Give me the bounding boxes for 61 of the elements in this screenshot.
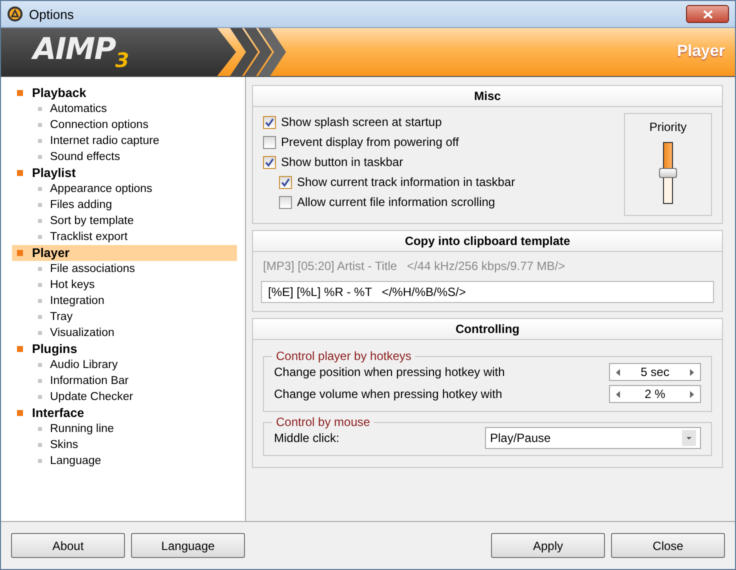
- dialog-button[interactable]: Language: [131, 533, 245, 558]
- tree-item[interactable]: Player: [12, 245, 237, 261]
- checkbox[interactable]: Prevent display from powering off: [261, 134, 624, 150]
- check-icon: [265, 158, 274, 166]
- tree-item[interactable]: Appearance options: [12, 181, 237, 197]
- app-logo: AIMP$_{3}$: [33, 32, 130, 72]
- group-title: Control player by hotkeys: [272, 349, 416, 363]
- spin-field[interactable]: 2 %: [609, 385, 701, 403]
- left-arrow-icon: [616, 368, 620, 376]
- tree-item[interactable]: Tray: [12, 309, 237, 325]
- close-button[interactable]: [686, 5, 729, 23]
- tree-item[interactable]: Connection options: [12, 117, 237, 133]
- check-icon: [265, 118, 274, 126]
- tree-item[interactable]: Audio Library: [12, 357, 237, 373]
- dropdown[interactable]: Play/Pause: [485, 427, 701, 449]
- tree-item[interactable]: Language: [12, 453, 237, 469]
- dialog-button[interactable]: About: [11, 533, 125, 558]
- dialog-button[interactable]: Apply: [491, 533, 605, 558]
- tree-item[interactable]: Sound effects: [12, 149, 237, 165]
- preview-text: [MP3] [05:20] Artist - Title </44 kHz/256 kbps/9.77 MB/>: [262, 258, 566, 275]
- tree-item[interactable]: Tracklist export: [12, 229, 237, 245]
- panel-title: Copy into clipboard template: [253, 231, 722, 252]
- template-field[interactable]: [%E] [%L] %R - %T </%H/%B/%S/>: [261, 281, 714, 303]
- tree-item[interactable]: Playback: [12, 85, 237, 101]
- group-title: Control by mouse: [272, 415, 374, 429]
- checkbox[interactable]: Show button in taskbar: [261, 154, 624, 170]
- app-icon: [7, 6, 23, 22]
- tree-item[interactable]: Playlist: [12, 165, 237, 181]
- tree-item[interactable]: File associations: [12, 261, 237, 277]
- checkbox[interactable]: Allow current file information scrolling: [261, 194, 624, 210]
- tree-item[interactable]: Plugins: [12, 341, 237, 357]
- setting-label: Change volume when pressing hotkey with: [274, 387, 502, 401]
- setting-label: Middle click:: [274, 431, 340, 445]
- tree-item[interactable]: Integration: [12, 293, 237, 309]
- checkbox[interactable]: Show splash screen at startup: [261, 114, 624, 130]
- dialog-button[interactable]: Close: [611, 533, 725, 558]
- spin-field[interactable]: 5 sec: [609, 363, 701, 381]
- tree-item[interactable]: Update Checker: [12, 389, 237, 405]
- check-icon: [281, 178, 290, 186]
- tree-item[interactable]: Information Bar: [12, 373, 237, 389]
- checkbox[interactable]: Show current track information in taskbar: [261, 174, 624, 190]
- right-arrow-icon: [690, 368, 694, 376]
- right-arrow-icon: [690, 390, 694, 398]
- tree-item[interactable]: Automatics: [12, 101, 237, 117]
- tree-item[interactable]: Interface: [12, 405, 237, 421]
- tree-item[interactable]: Files adding: [12, 197, 237, 213]
- priority-slider[interactable]: [658, 142, 678, 204]
- tree-item[interactable]: Skins: [12, 437, 237, 453]
- panel-title: Controlling: [253, 319, 722, 340]
- setting-label: Change position when pressing hotkey with: [274, 365, 505, 379]
- tree-item[interactable]: Sort by template: [12, 213, 237, 229]
- tree-item[interactable]: Running line: [12, 421, 237, 437]
- page-title: Player: [676, 43, 726, 61]
- left-arrow-icon: [616, 390, 620, 398]
- panel-title: Misc: [253, 86, 722, 107]
- tree-item[interactable]: Visualization: [12, 325, 237, 341]
- priority-label: Priority: [649, 120, 687, 134]
- tree-item[interactable]: Internet radio capture: [12, 133, 237, 149]
- window-title: Options: [29, 6, 74, 22]
- close-icon: [702, 10, 712, 18]
- tree-item[interactable]: Hot keys: [12, 277, 237, 293]
